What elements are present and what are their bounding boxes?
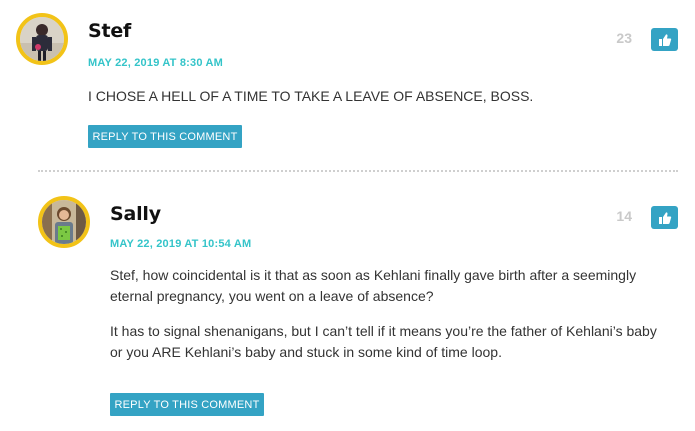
comment-paragraph: I CHOSE A HELL OF A TIME TO TAKE A LEAVE…	[88, 88, 534, 104]
avatar[interactable]	[16, 13, 68, 65]
comment-divider	[38, 170, 678, 172]
comment-date[interactable]: MAY 22, 2019 AT 8:30 AM	[88, 57, 223, 69]
comment-author: Sally	[110, 203, 161, 225]
reply-button[interactable]: REPLY TO THIS COMMENT	[110, 393, 264, 416]
comment-date[interactable]: MAY 22, 2019 AT 10:54 AM	[110, 238, 251, 250]
comment-body: Stef, how coincidental is it that as soo…	[110, 265, 670, 377]
like-button[interactable]	[651, 28, 678, 51]
comment-author: Stef	[88, 20, 132, 42]
thumbs-up-icon	[658, 33, 671, 46]
like-button[interactable]	[651, 206, 678, 229]
vote-count: 14	[616, 208, 632, 224]
avatar-image	[20, 17, 64, 61]
avatar-image	[42, 200, 86, 244]
reply-button[interactable]: REPLY TO THIS COMMENT	[88, 125, 242, 148]
comment-paragraph: It has to signal shenanigans, but I can’…	[110, 323, 657, 360]
thumbs-up-icon	[658, 211, 671, 224]
avatar[interactable]	[38, 196, 90, 248]
comment-body: I CHOSE A HELL OF A TIME TO TAKE A LEAVE…	[88, 86, 668, 121]
comment-paragraph: Stef, how coincidental is it that as soo…	[110, 267, 637, 304]
vote-count: 23	[616, 30, 632, 46]
